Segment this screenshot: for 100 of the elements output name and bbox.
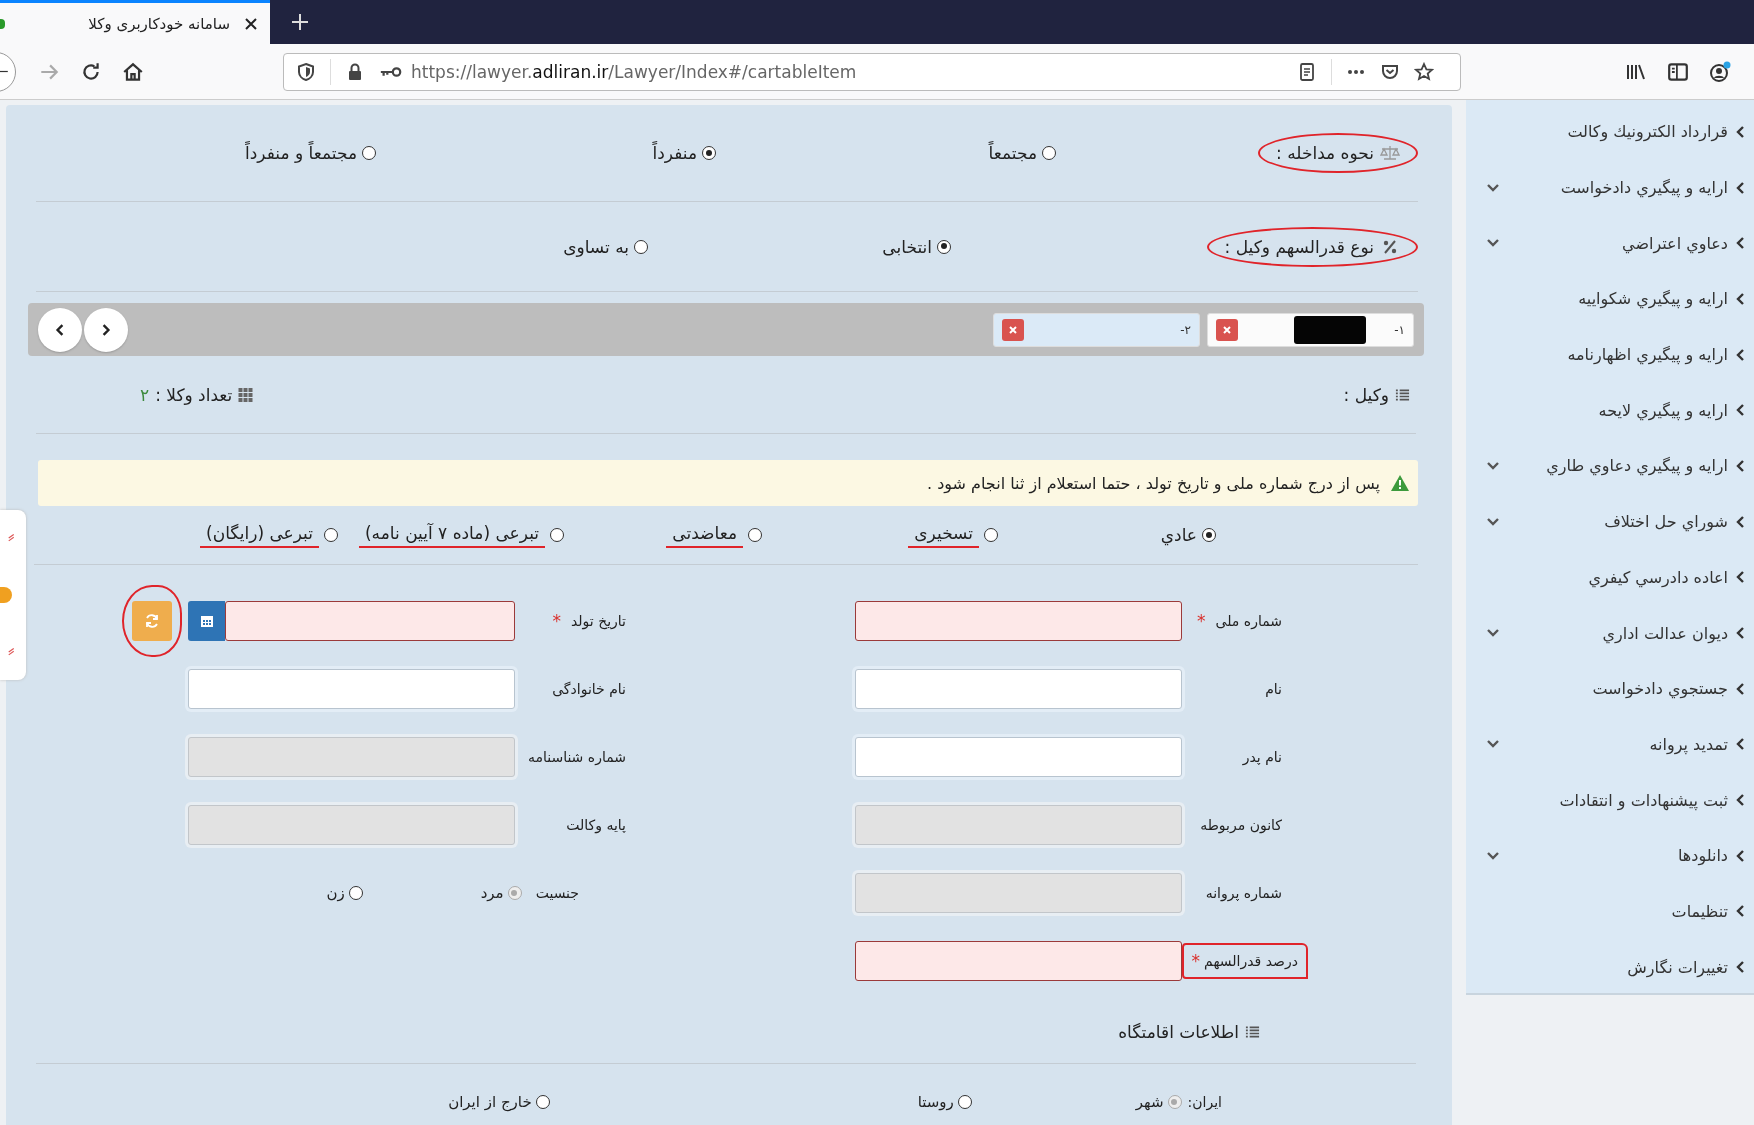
lawyer-tab[interactable]: ۱- xyxy=(1207,312,1414,347)
radio-button[interactable] xyxy=(984,528,998,542)
input-field[interactable] xyxy=(855,941,1182,981)
option-label: تبرعی (رایگان) xyxy=(200,522,319,548)
calendar-icon xyxy=(199,614,214,628)
date-field[interactable] xyxy=(225,601,515,641)
radio-button[interactable] xyxy=(535,1095,550,1109)
field-label: شماره پروانه xyxy=(1205,885,1282,901)
calendar-button[interactable] xyxy=(188,601,225,641)
radio-button[interactable] xyxy=(550,528,564,542)
option-label: به تساوی xyxy=(563,236,629,257)
option-label: روستا xyxy=(917,1093,954,1111)
chevron-icon xyxy=(1736,681,1746,696)
list-icon xyxy=(1245,1025,1260,1039)
next-button[interactable] xyxy=(84,307,128,352)
option-label: تسخیری xyxy=(908,522,979,548)
menu-item[interactable]: ارايه و پيگيري دادخواست xyxy=(1466,159,1754,216)
chevron-icon xyxy=(1736,291,1746,306)
required-asterisk: * xyxy=(1191,951,1201,971)
option-label: زن xyxy=(326,884,345,902)
tab-number: ۲- xyxy=(1180,322,1191,337)
chevron-icon xyxy=(1736,514,1746,529)
menu-item[interactable]: شوراي حل اختلاف xyxy=(1466,493,1754,550)
refresh-icon xyxy=(144,613,160,629)
radio-button[interactable] xyxy=(348,886,363,900)
previous-button[interactable] xyxy=(38,307,82,352)
browser-tab[interactable]: سامانه خودکاربری وکلا xyxy=(0,0,270,44)
input-field[interactable] xyxy=(188,669,515,709)
shield-icon[interactable] xyxy=(296,61,316,82)
radio-button[interactable] xyxy=(362,146,376,160)
radio-button[interactable] xyxy=(957,1095,972,1109)
url-text: https://lawyer.adliran.ir/Lawyer/Index#/cartableItem xyxy=(411,61,857,82)
sidebar-icon[interactable] xyxy=(1667,60,1689,83)
option-label: شهر xyxy=(1135,1093,1164,1111)
menu-item[interactable]: تمديد پروانه xyxy=(1466,716,1754,773)
account-icon[interactable] xyxy=(1709,60,1731,83)
option-label: مرد xyxy=(480,884,504,902)
new-tab-icon[interactable] xyxy=(290,12,310,32)
input-field[interactable] xyxy=(855,601,1182,641)
field-label: نام پدر xyxy=(1242,749,1282,765)
menu-item[interactable]: تنظيمات xyxy=(1466,883,1754,940)
field-label: کانون مربوطه xyxy=(1200,817,1282,833)
section-label: وکیل : xyxy=(1343,384,1389,405)
menu-item[interactable]: قرارداد الكترونيك وكالت xyxy=(1466,104,1754,160)
lawyer-tab[interactable]: ۲- xyxy=(993,312,1200,347)
chevron-icon xyxy=(1736,793,1746,808)
menu-item[interactable]: ارايه و پيگيري لايحه xyxy=(1466,382,1754,439)
radio-button[interactable] xyxy=(324,528,338,542)
menu-item[interactable]: ثبت پيشنهادات و انتقادات xyxy=(1466,772,1754,828)
chevron-icon xyxy=(1736,904,1746,919)
chevron-down-icon[interactable] xyxy=(1486,516,1500,527)
option-label: عادي xyxy=(1160,525,1197,545)
menu-item[interactable]: اعاده دادرسي كيفري xyxy=(1466,549,1754,606)
field-label: درصد قدرالسهم xyxy=(1204,953,1298,969)
chevron-down-icon[interactable] xyxy=(1486,628,1500,639)
option-label: مجتمعاً xyxy=(988,143,1037,163)
chevron-icon xyxy=(1736,570,1746,585)
reader-view-icon[interactable] xyxy=(1297,61,1317,82)
input-field[interactable] xyxy=(855,669,1182,709)
chevron-icon xyxy=(1736,347,1746,362)
radio-button[interactable] xyxy=(1042,146,1056,160)
menu-item[interactable]: دانلودها xyxy=(1466,827,1754,884)
chevron-icon xyxy=(1736,236,1746,251)
favicon-icon xyxy=(0,18,5,29)
radio-button[interactable] xyxy=(702,146,716,160)
remove-button[interactable] xyxy=(1002,318,1024,341)
field-label: شماره شناسنامه xyxy=(527,749,626,765)
menu-item[interactable]: ارايه و پيگيري دعاوي طاري xyxy=(1466,438,1754,494)
scale-icon xyxy=(1380,145,1400,161)
required-asterisk: * xyxy=(1197,611,1206,631)
input-field[interactable] xyxy=(855,737,1182,777)
home-icon[interactable] xyxy=(122,60,144,83)
menu-item[interactable]: جستجوي دادخواست xyxy=(1466,660,1754,717)
chevron-left-icon xyxy=(54,323,66,336)
radio-button[interactable] xyxy=(937,239,951,254)
chevron-down-icon[interactable] xyxy=(1486,182,1500,193)
chevron-down-icon[interactable] xyxy=(1486,238,1500,249)
tab-number: ۱- xyxy=(1394,322,1405,337)
remove-button[interactable] xyxy=(1216,318,1238,341)
lawyer-count: ۲ xyxy=(140,384,150,405)
menu-item[interactable]: دعاوي اعتراضي xyxy=(1466,215,1754,272)
chevron-icon xyxy=(1736,180,1746,195)
star-icon[interactable] xyxy=(1414,61,1434,82)
menu-item[interactable]: ارايه و پيگيري اظهارنامه xyxy=(1466,326,1754,383)
close-icon[interactable] xyxy=(244,16,258,31)
chevron-down-icon[interactable] xyxy=(1486,739,1500,750)
menu-item[interactable]: ديوان عدالت اداري xyxy=(1466,605,1754,661)
address-bar[interactable]: https://lawyer.adliran.ir/Lawyer/Index#/cartableItem xyxy=(283,52,1461,91)
radio-button[interactable] xyxy=(634,239,648,254)
radio-button[interactable] xyxy=(1202,528,1216,542)
chevron-down-icon[interactable] xyxy=(1486,850,1500,861)
menu-item[interactable]: ارايه و پيگيري شكواييه xyxy=(1466,271,1754,327)
option-label: خارج از ایران xyxy=(448,1093,532,1111)
reload-icon[interactable] xyxy=(80,60,102,83)
menu-item[interactable]: تغييرات نگارش xyxy=(1466,939,1754,995)
option-label: تبرعی (ماده ۷ آیین نامه) xyxy=(359,522,545,548)
chevron-down-icon[interactable] xyxy=(1486,460,1500,471)
radio-button[interactable] xyxy=(748,528,762,542)
chevron-icon xyxy=(1736,848,1746,863)
chevron-icon xyxy=(1736,626,1746,641)
